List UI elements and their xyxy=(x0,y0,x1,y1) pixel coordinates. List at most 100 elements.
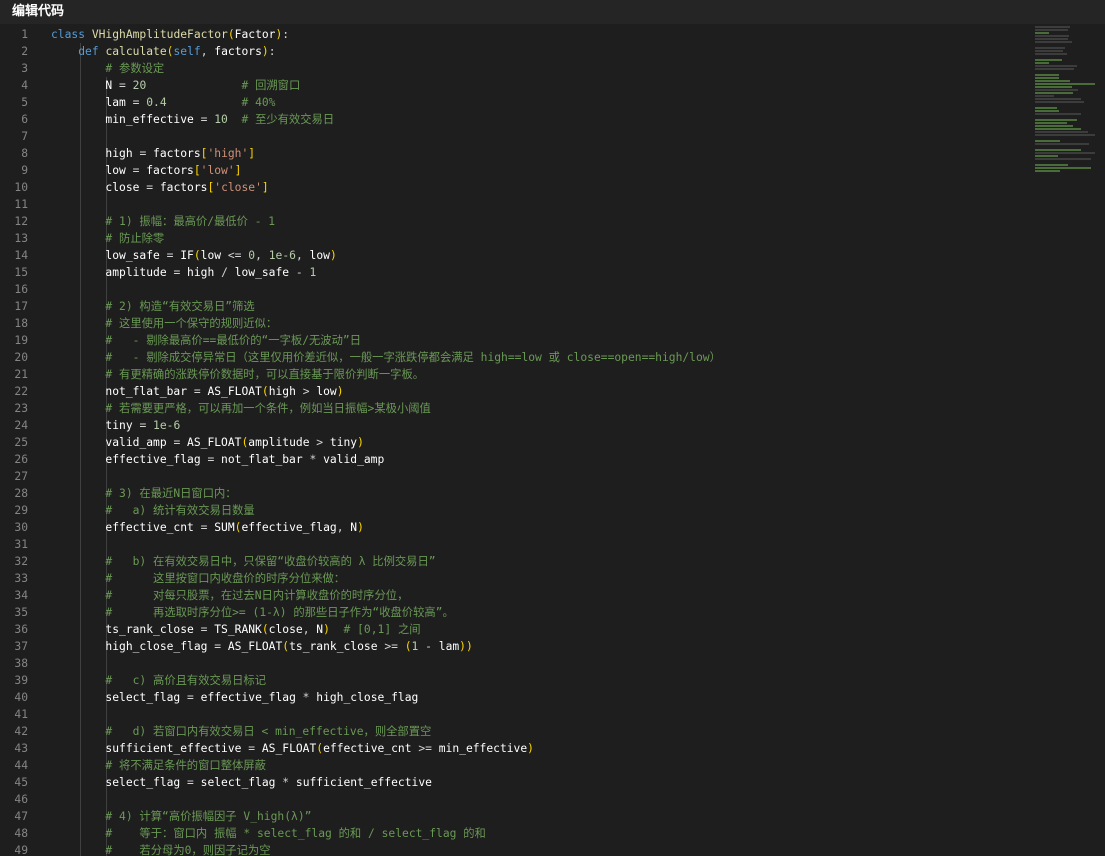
code-line[interactable]: 39 # c) 高价且有效交易日标记 xyxy=(0,672,1105,689)
line-code[interactable]: ts_rank_close = TS_RANK(close, N) # [0,1… xyxy=(51,621,420,638)
line-code[interactable]: not_flat_bar = AS_FLOAT(high > low) xyxy=(51,383,343,400)
line-code[interactable]: # a) 统计有效交易日数量 xyxy=(51,502,254,519)
line-code[interactable]: select_flag = effective_flag * high_clos… xyxy=(51,689,418,706)
line-code[interactable]: # 将不满足条件的窗口整体屏蔽 xyxy=(51,757,265,774)
code-line[interactable]: 18 # 这里使用一个保守的规则近似： xyxy=(0,315,1105,332)
code-line[interactable]: 46 xyxy=(0,791,1105,808)
code-line[interactable]: 16 xyxy=(0,281,1105,298)
line-code[interactable]: min_effective = 10 # 至少有效交易日 xyxy=(51,111,334,128)
line-code[interactable]: effective_flag = not_flat_bar * valid_am… xyxy=(51,451,384,468)
code-line[interactable]: 23 # 若需要更严格，可以再加一个条件，例如当日振幅>某极小阈值 xyxy=(0,400,1105,417)
line-code[interactable]: # 这里按窗口内收盘价的时序分位来做： xyxy=(51,570,345,587)
code-line[interactable]: 47 # 4) 计算“高价振幅因子 V_high(λ)” xyxy=(0,808,1105,825)
line-code[interactable]: select_flag = select_flag * sufficient_e… xyxy=(51,774,432,791)
code-line[interactable]: 14 low_safe = IF(low <= 0, 1e-6, low) xyxy=(0,247,1105,264)
line-code[interactable]: tiny = 1e-6 xyxy=(51,417,180,434)
line-code[interactable]: # 防止除零 xyxy=(51,230,164,247)
code-line[interactable]: 28 # 3) 在最近N日窗口内： xyxy=(0,485,1105,502)
line-code[interactable]: # b) 在有效交易日中，只保留“收盘价较高的 λ 比例交易日” xyxy=(51,553,435,570)
line-code[interactable]: # 这里使用一个保守的规则近似： xyxy=(51,315,277,332)
code-lines[interactable]: 1 class VHighAmplitudeFactor(Factor): 2 de… xyxy=(0,26,1105,856)
code-line[interactable]: 45 select_flag = select_flag * sufficien… xyxy=(0,774,1105,791)
code-line[interactable]: 41 xyxy=(0,706,1105,723)
line-code[interactable]: # - 剔除最高价==最低价的“一字板/无波动”日 xyxy=(51,332,361,349)
line-code[interactable]: # 若需要更严格，可以再加一个条件，例如当日振幅>某极小阈值 xyxy=(51,400,430,417)
code-line[interactable]: 30 effective_cnt = SUM(effective_flag, N… xyxy=(0,519,1105,536)
code-line[interactable]: 49 # 若分母为0，则因子记为空 xyxy=(0,842,1105,856)
line-code[interactable]: # 3) 在最近N日窗口内： xyxy=(51,485,236,502)
line-code[interactable]: # d) 若窗口内有效交易日 < min_effective，则全部置空 xyxy=(51,723,431,740)
code-line[interactable]: 29 # a) 统计有效交易日数量 xyxy=(0,502,1105,519)
code-line[interactable]: 7 xyxy=(0,128,1105,145)
line-code[interactable]: N = 20 # 回溯窗口 xyxy=(51,77,300,94)
code-line[interactable]: 5 lam = 0.4 # 40% xyxy=(0,94,1105,111)
line-code[interactable]: def calculate(self, factors): xyxy=(51,43,275,60)
line-code[interactable]: # - 剔除成交停异常日（这里仅用价差近似，一般一字涨跌停都会满足 high==… xyxy=(51,349,720,366)
code-line[interactable]: 13 # 防止除零 xyxy=(0,230,1105,247)
minimap[interactable] xyxy=(1035,26,1095,172)
line-code[interactable]: # 若分母为0，则因子记为空 xyxy=(51,842,270,856)
code-line[interactable]: 43 sufficient_effective = AS_FLOAT(effec… xyxy=(0,740,1105,757)
minimap-line xyxy=(1035,152,1095,154)
code-line[interactable]: 17 # 2) 构造“有效交易日”筛选 xyxy=(0,298,1105,315)
minimap-line xyxy=(1035,140,1060,142)
line-number: 12 xyxy=(14,215,28,228)
line-code[interactable]: # 有更精确的涨跌停价数据时，可以直接基于限价判断一字板。 xyxy=(51,366,424,383)
line-number: 16 xyxy=(14,283,28,296)
line-code[interactable]: # 1) 振幅：最高价/最低价 - 1 xyxy=(51,213,275,230)
code-line[interactable]: 20 # - 剔除成交停异常日（这里仅用价差近似，一般一字涨跌停都会满足 hig… xyxy=(0,349,1105,366)
line-code[interactable]: # 再选取时序分位>= (1-λ) 的那些日子作为“收盘价较高”。 xyxy=(51,604,453,621)
minimap-line xyxy=(1035,35,1069,37)
line-code[interactable]: # 2) 构造“有效交易日”筛选 xyxy=(51,298,254,315)
code-line[interactable]: 12 # 1) 振幅：最高价/最低价 - 1 xyxy=(0,213,1105,230)
code-line[interactable]: 31 xyxy=(0,536,1105,553)
code-line[interactable]: 24 tiny = 1e-6 xyxy=(0,417,1105,434)
code-line[interactable]: 32 # b) 在有效交易日中，只保留“收盘价较高的 λ 比例交易日” xyxy=(0,553,1105,570)
line-code[interactable]: high = factors['high'] xyxy=(51,145,255,162)
code-line[interactable]: 4 N = 20 # 回溯窗口 xyxy=(0,77,1105,94)
code-line[interactable]: 11 xyxy=(0,196,1105,213)
line-code[interactable]: low = factors['low'] xyxy=(51,162,241,179)
code-line[interactable]: 15 amplitude = high / low_safe - 1 xyxy=(0,264,1105,281)
code-line[interactable]: 33 # 这里按窗口内收盘价的时序分位来做： xyxy=(0,570,1105,587)
code-editor[interactable]: 1 class VHighAmplitudeFactor(Factor): 2 de… xyxy=(0,24,1105,856)
code-line[interactable]: 25 valid_amp = AS_FLOAT(amplitude > tiny… xyxy=(0,434,1105,451)
line-code[interactable]: low_safe = IF(low <= 0, 1e-6, low) xyxy=(51,247,336,264)
line-code[interactable]: lam = 0.4 # 40% xyxy=(51,94,275,111)
code-line[interactable]: 3 # 参数设定 xyxy=(0,60,1105,77)
code-line[interactable]: 10 close = factors['close'] xyxy=(0,179,1105,196)
code-line[interactable]: 34 # 对每只股票，在过去N日内计算收盘价的时序分位， xyxy=(0,587,1105,604)
code-line[interactable]: 48 # 等于：窗口内 振幅 * select_flag 的和 / select… xyxy=(0,825,1105,842)
code-line[interactable]: 19 # - 剔除最高价==最低价的“一字板/无波动”日 xyxy=(0,332,1105,349)
code-line[interactable]: 38 xyxy=(0,655,1105,672)
code-line[interactable]: 42 # d) 若窗口内有效交易日 < min_effective，则全部置空 xyxy=(0,723,1105,740)
line-code[interactable]: # c) 高价且有效交易日标记 xyxy=(51,672,266,689)
line-code[interactable]: class VHighAmplitudeFactor(Factor): xyxy=(51,26,289,43)
code-line[interactable]: 27 xyxy=(0,468,1105,485)
code-line[interactable]: 26 effective_flag = not_flat_bar * valid… xyxy=(0,451,1105,468)
code-line[interactable]: 37 high_close_flag = AS_FLOAT(ts_rank_cl… xyxy=(0,638,1105,655)
line-code[interactable]: close = factors['close'] xyxy=(51,179,268,196)
code-line[interactable]: 9 low = factors['low'] xyxy=(0,162,1105,179)
code-line[interactable]: 2 def calculate(self, factors): xyxy=(0,43,1105,60)
line-code[interactable]: effective_cnt = SUM(effective_flag, N) xyxy=(51,519,364,536)
code-line[interactable]: 44 # 将不满足条件的窗口整体屏蔽 xyxy=(0,757,1105,774)
line-code[interactable]: # 4) 计算“高价振幅因子 V_high(λ)” xyxy=(51,808,311,825)
code-line[interactable]: 6 min_effective = 10 # 至少有效交易日 xyxy=(0,111,1105,128)
line-code[interactable]: valid_amp = AS_FLOAT(amplitude > tiny) xyxy=(51,434,364,451)
code-line[interactable]: 22 not_flat_bar = AS_FLOAT(high > low) xyxy=(0,383,1105,400)
line-code[interactable]: amplitude = high / low_safe - 1 xyxy=(51,264,316,281)
code-line[interactable]: 35 # 再选取时序分位>= (1-λ) 的那些日子作为“收盘价较高”。 xyxy=(0,604,1105,621)
code-line[interactable]: 21 # 有更精确的涨跌停价数据时，可以直接基于限价判断一字板。 xyxy=(0,366,1105,383)
line-code[interactable]: sufficient_effective = AS_FLOAT(effectiv… xyxy=(51,740,534,757)
line-code[interactable]: high_close_flag = AS_FLOAT(ts_rank_close… xyxy=(51,638,472,655)
line-number: 39 xyxy=(14,674,28,687)
line-code[interactable]: # 参数设定 xyxy=(51,60,164,77)
code-line[interactable]: 36 ts_rank_close = TS_RANK(close, N) # [… xyxy=(0,621,1105,638)
minimap-line xyxy=(1035,26,1070,28)
code-line[interactable]: 1 class VHighAmplitudeFactor(Factor): xyxy=(0,26,1105,43)
line-code[interactable]: # 对每只股票，在过去N日内计算收盘价的时序分位， xyxy=(51,587,408,604)
code-line[interactable]: 40 select_flag = effective_flag * high_c… xyxy=(0,689,1105,706)
line-code[interactable]: # 等于：窗口内 振幅 * select_flag 的和 / select_fl… xyxy=(51,825,485,842)
code-line[interactable]: 8 high = factors['high'] xyxy=(0,145,1105,162)
